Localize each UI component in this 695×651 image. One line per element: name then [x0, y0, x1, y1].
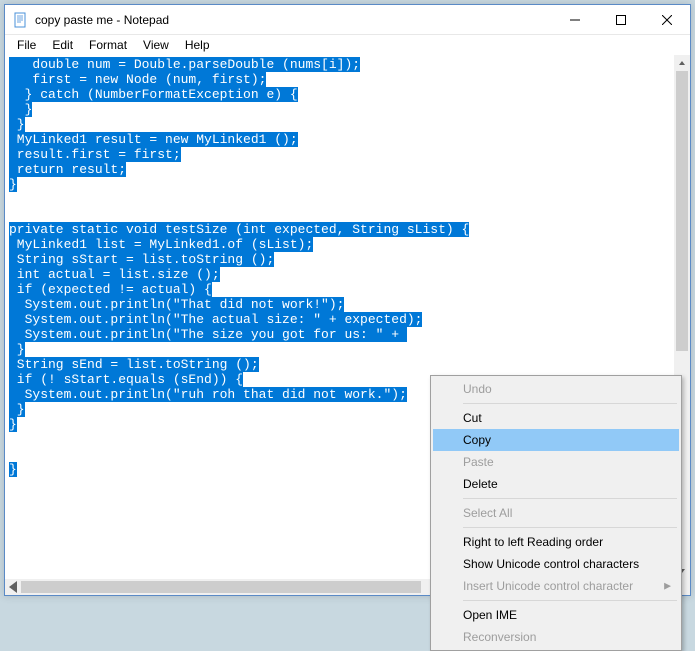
scroll-up-arrow-icon[interactable] [674, 55, 690, 71]
menu-format[interactable]: Format [81, 36, 135, 54]
code-line: } [9, 342, 670, 357]
code-line: String sEnd = list.toString (); [9, 357, 670, 372]
code-line: if (expected != actual) { [9, 282, 670, 297]
ctx-delete[interactable]: Delete [433, 473, 679, 495]
context-menu: Undo Cut Copy Paste Delete Select All Ri… [430, 375, 682, 651]
code-line: System.out.println("The size you got for… [9, 327, 670, 342]
ctx-separator [463, 403, 677, 404]
code-line: } catch (NumberFormatException e) { [9, 87, 670, 102]
code-line: double num = Double.parseDouble (nums[i]… [9, 57, 670, 72]
ctx-cut-label: Cut [463, 411, 482, 425]
ctx-paste-label: Paste [463, 455, 494, 469]
ctx-separator [463, 527, 677, 528]
code-line: String sStart = list.toString (); [9, 252, 670, 267]
ctx-reconversion[interactable]: Reconversion [433, 626, 679, 648]
ctx-copy[interactable]: Copy [433, 429, 679, 451]
ctx-show-unicode-label: Show Unicode control characters [463, 557, 639, 571]
ctx-undo-label: Undo [463, 382, 492, 396]
maximize-button[interactable] [598, 5, 644, 35]
ctx-cut[interactable]: Cut [433, 407, 679, 429]
horizontal-scroll-thumb[interactable] [21, 581, 421, 593]
ctx-separator [463, 498, 677, 499]
ctx-open-ime-label: Open IME [463, 608, 517, 622]
ctx-paste[interactable]: Paste [433, 451, 679, 473]
code-line [9, 207, 670, 222]
menu-file[interactable]: File [9, 36, 44, 54]
window-title: copy paste me - Notepad [35, 13, 552, 27]
ctx-select-all[interactable]: Select All [433, 502, 679, 524]
code-line: result.first = first; [9, 147, 670, 162]
notepad-icon [13, 12, 29, 28]
code-line: } [9, 117, 670, 132]
minimize-button[interactable] [552, 5, 598, 35]
ctx-undo[interactable]: Undo [433, 378, 679, 400]
code-line: } [9, 177, 670, 192]
ctx-copy-label: Copy [463, 433, 491, 447]
vertical-scroll-thumb[interactable] [676, 71, 688, 351]
ctx-insert-unicode[interactable]: Insert Unicode control character ▶ [433, 575, 679, 597]
code-line: return result; [9, 162, 670, 177]
code-line [9, 192, 670, 207]
submenu-arrow-icon: ▶ [664, 581, 671, 592]
ctx-select-all-label: Select All [463, 506, 512, 520]
ctx-delete-label: Delete [463, 477, 498, 491]
menubar: File Edit Format View Help [5, 35, 690, 55]
code-line: System.out.println("The actual size: " +… [9, 312, 670, 327]
ctx-show-unicode[interactable]: Show Unicode control characters [433, 553, 679, 575]
code-line: first = new Node (num, first); [9, 72, 670, 87]
code-line: MyLinked1 list = MyLinked1.of (sList); [9, 237, 670, 252]
window-controls [552, 5, 690, 34]
code-line: int actual = list.size (); [9, 267, 670, 282]
titlebar[interactable]: copy paste me - Notepad [5, 5, 690, 35]
ctx-open-ime[interactable]: Open IME [433, 604, 679, 626]
menu-edit[interactable]: Edit [44, 36, 81, 54]
close-button[interactable] [644, 5, 690, 35]
ctx-insert-unicode-label: Insert Unicode control character [463, 579, 633, 593]
scroll-left-arrow-icon[interactable] [5, 579, 21, 595]
ctx-rtl-label: Right to left Reading order [463, 535, 603, 549]
code-line: private static void testSize (int expect… [9, 222, 670, 237]
menu-help[interactable]: Help [177, 36, 218, 54]
code-line: } [9, 102, 670, 117]
code-line: System.out.println("That did not work!")… [9, 297, 670, 312]
ctx-rtl[interactable]: Right to left Reading order [433, 531, 679, 553]
ctx-reconversion-label: Reconversion [463, 630, 536, 644]
ctx-separator [463, 600, 677, 601]
menu-view[interactable]: View [135, 36, 177, 54]
code-line: MyLinked1 result = new MyLinked1 (); [9, 132, 670, 147]
